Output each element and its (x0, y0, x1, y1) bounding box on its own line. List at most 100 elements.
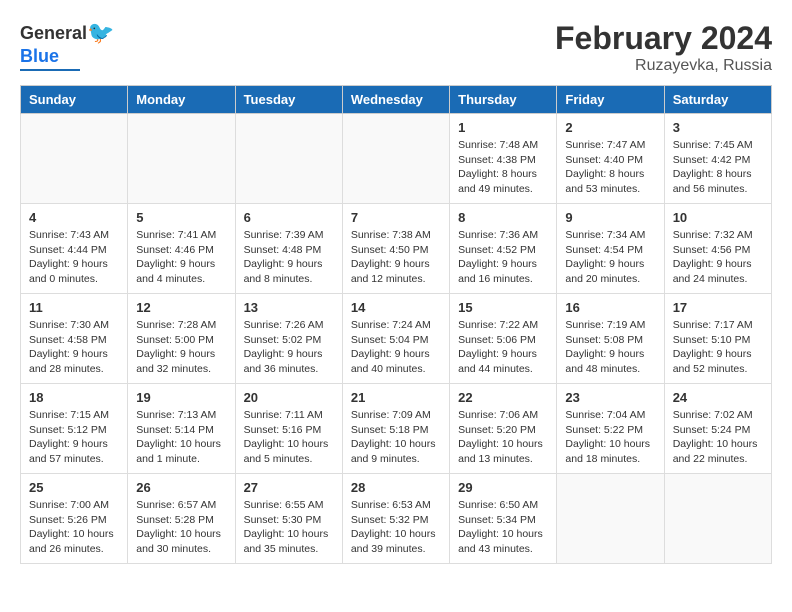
calendar-cell: 4 Sunrise: 7:43 AM Sunset: 4:44 PM Daylig… (21, 204, 128, 294)
calendar-table: SundayMondayTuesdayWednesdayThursdayFrid… (20, 85, 772, 564)
calendar-cell: 16 Sunrise: 7:19 AM Sunset: 5:08 PM Dayli… (557, 294, 664, 384)
day-number: 8 (458, 210, 548, 225)
col-header-friday: Friday (557, 86, 664, 114)
day-number: 19 (136, 390, 226, 405)
day-info: Sunrise: 7:30 AM Sunset: 4:58 PM Dayligh… (29, 318, 119, 377)
day-number: 21 (351, 390, 441, 405)
day-number: 3 (673, 120, 763, 135)
day-info: Sunrise: 7:00 AM Sunset: 5:26 PM Dayligh… (29, 498, 119, 557)
day-number: 25 (29, 480, 119, 495)
calendar-week-row: 25 Sunrise: 7:00 AM Sunset: 5:26 PM Dayli… (21, 474, 772, 564)
calendar-cell: 18 Sunrise: 7:15 AM Sunset: 5:12 PM Dayli… (21, 384, 128, 474)
day-info: Sunrise: 7:11 AM Sunset: 5:16 PM Dayligh… (244, 408, 334, 467)
day-info: Sunrise: 7:04 AM Sunset: 5:22 PM Dayligh… (565, 408, 655, 467)
calendar-cell: 2 Sunrise: 7:47 AM Sunset: 4:40 PM Daylig… (557, 114, 664, 204)
col-header-thursday: Thursday (450, 86, 557, 114)
calendar-cell: 14 Sunrise: 7:24 AM Sunset: 5:04 PM Dayli… (342, 294, 449, 384)
day-info: Sunrise: 7:19 AM Sunset: 5:08 PM Dayligh… (565, 318, 655, 377)
day-number: 1 (458, 120, 548, 135)
calendar-week-row: 1 Sunrise: 7:48 AM Sunset: 4:38 PM Daylig… (21, 114, 772, 204)
day-info: Sunrise: 7:47 AM Sunset: 4:40 PM Dayligh… (565, 138, 655, 197)
calendar-cell: 21 Sunrise: 7:09 AM Sunset: 5:18 PM Dayli… (342, 384, 449, 474)
calendar-cell: 9 Sunrise: 7:34 AM Sunset: 4:54 PM Daylig… (557, 204, 664, 294)
col-header-tuesday: Tuesday (235, 86, 342, 114)
day-number: 4 (29, 210, 119, 225)
day-number: 24 (673, 390, 763, 405)
calendar-title: February 2024 (555, 20, 772, 57)
day-info: Sunrise: 7:32 AM Sunset: 4:56 PM Dayligh… (673, 228, 763, 287)
day-number: 6 (244, 210, 334, 225)
calendar-cell: 19 Sunrise: 7:13 AM Sunset: 5:14 PM Dayli… (128, 384, 235, 474)
day-info: Sunrise: 7:09 AM Sunset: 5:18 PM Dayligh… (351, 408, 441, 467)
calendar-cell: 17 Sunrise: 7:17 AM Sunset: 5:10 PM Dayli… (664, 294, 771, 384)
calendar-week-row: 18 Sunrise: 7:15 AM Sunset: 5:12 PM Dayli… (21, 384, 772, 474)
calendar-cell (128, 114, 235, 204)
day-number: 28 (351, 480, 441, 495)
day-number: 22 (458, 390, 548, 405)
calendar-cell: 29 Sunrise: 6:50 AM Sunset: 5:34 PM Dayli… (450, 474, 557, 564)
calendar-cell: 26Sunrise: 6:57 AM Sunset: 5:28 PM Dayli… (128, 474, 235, 564)
day-info: Sunrise: 7:13 AM Sunset: 5:14 PM Dayligh… (136, 408, 226, 467)
header: General 🐦 Blue February 2024 Ruzayevka, … (20, 20, 772, 75)
logo-divider (20, 69, 80, 71)
day-info: Sunrise: 7:22 AM Sunset: 5:06 PM Dayligh… (458, 318, 548, 377)
day-number: 23 (565, 390, 655, 405)
day-number: 9 (565, 210, 655, 225)
day-number: 27 (244, 480, 334, 495)
calendar-cell (21, 114, 128, 204)
day-info: Sunrise: 7:06 AM Sunset: 5:20 PM Dayligh… (458, 408, 548, 467)
day-number: 20 (244, 390, 334, 405)
day-info: Sunrise: 6:53 AM Sunset: 5:32 PM Dayligh… (351, 498, 441, 557)
day-number: 16 (565, 300, 655, 315)
calendar-cell: 20 Sunrise: 7:11 AM Sunset: 5:16 PM Dayli… (235, 384, 342, 474)
day-info: Sunrise: 7:34 AM Sunset: 4:54 PM Dayligh… (565, 228, 655, 287)
calendar-cell (664, 474, 771, 564)
calendar-cell (557, 474, 664, 564)
col-header-saturday: Saturday (664, 86, 771, 114)
day-number: 5 (136, 210, 226, 225)
calendar-cell: 13Sunrise: 7:26 AM Sunset: 5:02 PM Dayli… (235, 294, 342, 384)
day-number: 14 (351, 300, 441, 315)
day-info: Sunrise: 6:55 AM Sunset: 5:30 PM Dayligh… (244, 498, 334, 557)
logo-text-blue: Blue (20, 46, 59, 67)
calendar-cell: 7 Sunrise: 7:38 AM Sunset: 4:50 PM Daylig… (342, 204, 449, 294)
logo-bird-icon: 🐦 (87, 20, 114, 46)
col-header-sunday: Sunday (21, 86, 128, 114)
day-number: 26 (136, 480, 226, 495)
day-info: Sunrise: 7:24 AM Sunset: 5:04 PM Dayligh… (351, 318, 441, 377)
calendar-cell: 10 Sunrise: 7:32 AM Sunset: 4:56 PM Dayli… (664, 204, 771, 294)
day-number: 18 (29, 390, 119, 405)
day-info: Sunrise: 7:43 AM Sunset: 4:44 PM Dayligh… (29, 228, 119, 287)
day-info: Sunrise: 7:41 AM Sunset: 4:46 PM Dayligh… (136, 228, 226, 287)
calendar-cell: 3 Sunrise: 7:45 AM Sunset: 4:42 PM Daylig… (664, 114, 771, 204)
day-info: Sunrise: 7:48 AM Sunset: 4:38 PM Dayligh… (458, 138, 548, 197)
calendar-cell (235, 114, 342, 204)
day-info: Sunrise: 7:02 AM Sunset: 5:24 PM Dayligh… (673, 408, 763, 467)
title-area: February 2024 Ruzayevka, Russia (555, 20, 772, 75)
calendar-cell: 5 Sunrise: 7:41 AM Sunset: 4:46 PM Daylig… (128, 204, 235, 294)
day-number: 29 (458, 480, 548, 495)
calendar-location: Ruzayevka, Russia (555, 57, 772, 75)
day-info: Sunrise: 7:39 AM Sunset: 4:48 PM Dayligh… (244, 228, 334, 287)
day-info: Sunrise: 7:17 AM Sunset: 5:10 PM Dayligh… (673, 318, 763, 377)
calendar-cell: 28 Sunrise: 6:53 AM Sunset: 5:32 PM Dayli… (342, 474, 449, 564)
day-info: Sunrise: 7:36 AM Sunset: 4:52 PM Dayligh… (458, 228, 548, 287)
calendar-cell: 23 Sunrise: 7:04 AM Sunset: 5:22 PM Dayli… (557, 384, 664, 474)
calendar-header-row: SundayMondayTuesdayWednesdayThursdayFrid… (21, 86, 772, 114)
col-header-monday: Monday (128, 86, 235, 114)
day-info: Sunrise: 6:50 AM Sunset: 5:34 PM Dayligh… (458, 498, 548, 557)
day-number: 12 (136, 300, 226, 315)
day-number: 10 (673, 210, 763, 225)
day-number: 17 (673, 300, 763, 315)
day-info: Sunrise: 7:15 AM Sunset: 5:12 PM Dayligh… (29, 408, 119, 467)
day-number: 2 (565, 120, 655, 135)
calendar-cell: 12Sunrise: 7:28 AM Sunset: 5:00 PM Dayli… (128, 294, 235, 384)
day-number: 7 (351, 210, 441, 225)
calendar-cell: 24 Sunrise: 7:02 AM Sunset: 5:24 PM Dayli… (664, 384, 771, 474)
day-info: Sunrise: 7:45 AM Sunset: 4:42 PM Dayligh… (673, 138, 763, 197)
col-header-wednesday: Wednesday (342, 86, 449, 114)
day-info: Sunrise: 7:38 AM Sunset: 4:50 PM Dayligh… (351, 228, 441, 287)
logo-text-general: General (20, 23, 87, 44)
calendar-week-row: 4 Sunrise: 7:43 AM Sunset: 4:44 PM Daylig… (21, 204, 772, 294)
day-number: 13 (244, 300, 334, 315)
